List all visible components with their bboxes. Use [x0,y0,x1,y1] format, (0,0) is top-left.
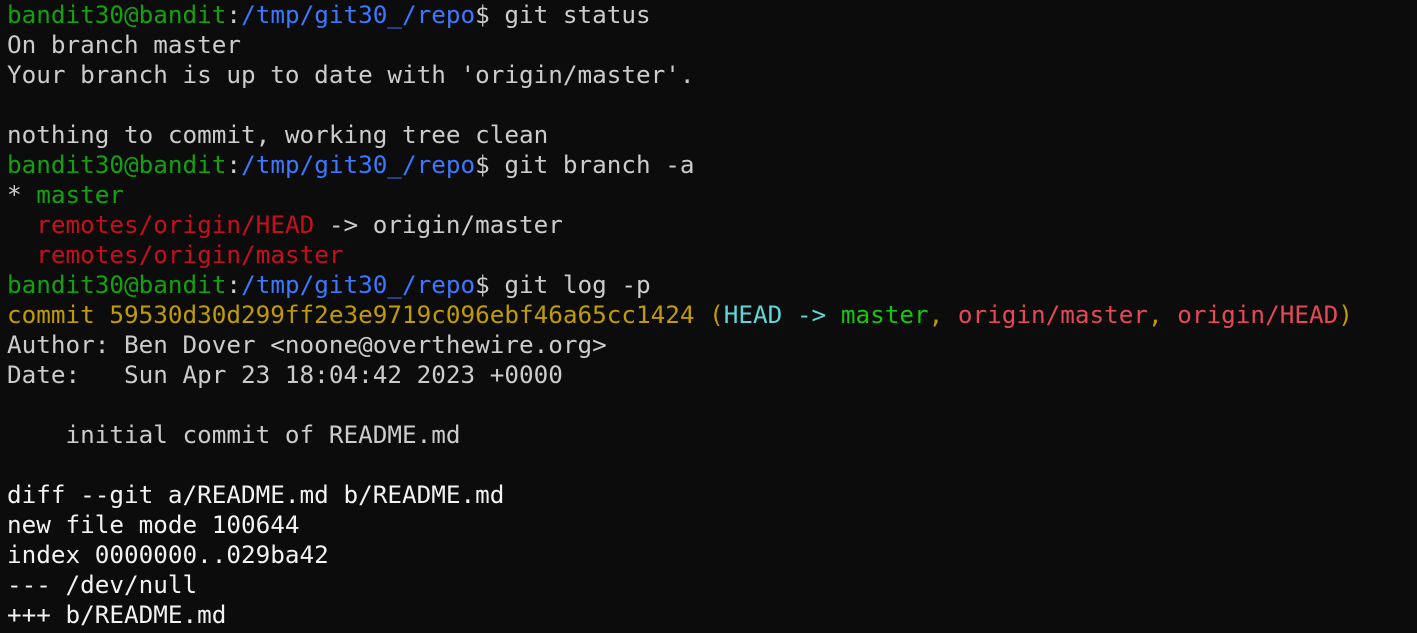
terminal-window[interactable]: bandit30@bandit:/tmp/git30_/repo$ git st… [0,0,1417,633]
output-line: Your branch is up to date with 'origin/m… [7,60,695,89]
diff-header: diff --git a/README.md b/README.md [7,480,505,509]
ref-separator: , [1148,300,1178,329]
prompt-path: /tmp/git30_/repo [241,0,476,29]
diff-file-mode: new file mode 100644 [7,510,300,539]
terminal-line-prompt-3: bandit30@bandit:/tmp/git30_/repo$ git lo… [7,270,1417,300]
commit-message: initial commit of README.md [7,420,461,449]
branch-name-remote-head: remotes/origin/HEAD [36,210,315,239]
diff-index: index 0000000..029ba42 [7,540,329,569]
ref-origin-master: origin/master [957,300,1149,329]
prompt-colon: : [226,0,242,29]
ref-head: HEAD -> [723,300,841,329]
branch-indent [7,240,36,269]
prompt-dollar: $ [475,0,505,29]
ref-open-paren: ( [694,300,724,329]
command-text: git branch -a [504,150,695,179]
ref-origin-head: origin/HEAD [1177,300,1339,329]
current-branch-marker: * [7,180,37,209]
prompt-dollar: $ [475,150,505,179]
prompt-user-host: bandit30@bandit [7,270,227,299]
ref-close-paren: ) [1338,300,1353,329]
terminal-line-prompt-2: bandit30@bandit:/tmp/git30_/repo$ git br… [7,150,1417,180]
prompt-user-host: bandit30@bandit [7,0,227,29]
diff-new-file: +++ b/README.md [7,600,227,629]
prompt-user-host: bandit30@bandit [7,150,227,179]
prompt-colon: : [226,150,242,179]
branch-name-master: master [36,180,125,209]
terminal-line-prompt-1: bandit30@bandit:/tmp/git30_/repo$ git st… [7,0,1417,30]
commit-author: Author: Ben Dover <noone@overthewire.org… [7,330,607,359]
branch-pointer: -> origin/master [314,210,563,239]
commit-line: commit 59530d30d299ff2e3e9719c096ebf46a6… [7,300,1417,330]
output-line: On branch master [7,30,242,59]
prompt-path: /tmp/git30_/repo [241,150,476,179]
branch-line-remote-head: remotes/origin/HEAD -> origin/master [7,210,1417,240]
output-line: nothing to commit, working tree clean [7,120,549,149]
prompt-dollar: $ [475,270,505,299]
branch-line-remote-master: remotes/origin/master [7,240,1417,270]
branch-indent [7,210,36,239]
commit-hash: commit 59530d30d299ff2e3e9719c096ebf46a6… [7,300,695,329]
branch-line-current: * master [7,180,1417,210]
command-text: git log -p [504,270,651,299]
branch-name-remote-master: remotes/origin/master [36,240,344,269]
command-text: git status [504,0,651,29]
prompt-path: /tmp/git30_/repo [241,270,476,299]
prompt-colon: : [226,270,242,299]
commit-date: Date: Sun Apr 23 18:04:42 2023 +0000 [7,360,563,389]
ref-separator: , [928,300,958,329]
ref-master: master [840,300,929,329]
diff-old-file: --- /dev/null [7,570,198,599]
